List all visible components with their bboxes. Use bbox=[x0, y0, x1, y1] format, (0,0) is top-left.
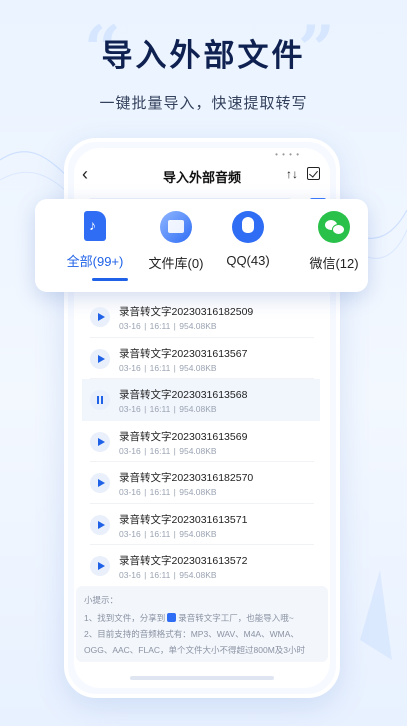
list-item[interactable]: 录音转文字2023031613568 03-16 | 16:11 | 954.0… bbox=[82, 379, 320, 421]
file-list: 录音转文字20230316182509 03-16 | 16:11 | 954.… bbox=[82, 296, 320, 587]
file-meta: 03-16 | 16:11 | 954.08KB bbox=[119, 321, 217, 331]
tab-file-library[interactable]: 文件库(0) bbox=[136, 211, 216, 272]
tips-line-2: 2、目前支持的音频格式有：MP3、WAV、M4A、WMA、 bbox=[84, 629, 299, 639]
tips-line-1: 1、找到文件，分享到 录音转文字工厂，也能导入哦~ bbox=[84, 612, 320, 624]
list-item[interactable]: 录音转文字2023031613567 03-16 | 16:11 | 954.0… bbox=[82, 338, 320, 379]
tips-line-3: OGG、AAC、FLAC，单个文件大小不得超过800M及3小时 bbox=[84, 645, 306, 655]
app-logo-icon bbox=[167, 613, 177, 622]
list-item[interactable]: 录音转文字20230316182570 03-16 | 16:11 | 954.… bbox=[82, 462, 320, 504]
play-icon[interactable] bbox=[90, 556, 110, 576]
hero-subtitle: 一键批量导入，快速提取转写 bbox=[99, 95, 308, 112]
file-name: 录音转文字20230316182570 bbox=[119, 472, 254, 484]
file-name: 录音转文字2023031613571 bbox=[119, 513, 248, 526]
tab-label: 微信(12) bbox=[309, 256, 359, 271]
hero-title: 导入外部文件 bbox=[101, 38, 306, 73]
tab-all[interactable]: 全部(99+) bbox=[55, 211, 135, 270]
play-icon[interactable] bbox=[90, 473, 110, 493]
nav-bar: ‹ 导入外部音频 ↑↓ bbox=[74, 164, 330, 188]
qq-icon bbox=[232, 211, 264, 243]
file-name: 录音转文字2023031613567 bbox=[119, 347, 248, 360]
play-icon[interactable] bbox=[90, 348, 110, 369]
tab-wechat[interactable]: 微信(12) bbox=[294, 211, 374, 272]
list-item[interactable]: 录音转文字2023031613569 03-16 | 16:11 | 954.0… bbox=[82, 421, 320, 462]
file-library-icon bbox=[160, 211, 192, 243]
tab-label: 文件库(0) bbox=[148, 256, 204, 271]
file-name: 录音转文字2023031613569 bbox=[119, 430, 248, 443]
file-meta: 03-16 | 16:11 | 954.08KB bbox=[119, 487, 217, 497]
tips-line-1-start: 1、找到文件，分享到 bbox=[84, 613, 166, 623]
play-icon[interactable] bbox=[90, 307, 110, 327]
status-dots: • • • • bbox=[275, 150, 300, 159]
tab-label: QQ(43) bbox=[226, 253, 270, 268]
file-meta: 03-16 | 16:11 | 954.08KB bbox=[119, 404, 217, 414]
play-icon[interactable] bbox=[90, 431, 110, 452]
file-name: 录音转文字2023031613572 bbox=[119, 555, 248, 567]
home-indicator bbox=[130, 676, 274, 680]
list-item[interactable]: 录音转文字20230316182509 03-16 | 16:11 | 954.… bbox=[82, 296, 320, 338]
tips-line-1-end: 录音转文字工厂，也能导入哦~ bbox=[178, 613, 294, 623]
file-meta: 03-16 | 16:11 | 954.08KB bbox=[119, 362, 217, 373]
tips-title: 小提示： bbox=[84, 595, 119, 605]
pause-icon[interactable] bbox=[90, 390, 110, 410]
music-document-icon bbox=[84, 211, 106, 241]
list-item[interactable]: 录音转文字2023031613571 03-16 | 16:11 | 954.0… bbox=[82, 504, 320, 545]
file-meta: 03-16 | 16:11 | 954.08KB bbox=[119, 445, 217, 456]
list-item[interactable]: 录音转文字2023031613572 03-16 | 16:11 | 954.0… bbox=[82, 545, 320, 587]
wechat-icon bbox=[318, 211, 350, 243]
tab-qq[interactable]: QQ(43) bbox=[208, 211, 288, 268]
source-tabs-card: 全部(99+) 文件库(0) QQ(43) 微信(12) bbox=[35, 199, 368, 292]
tips-box: 小提示： 1、找到文件，分享到 录音转文字工厂，也能导入哦~ 2、目前支持的音频格… bbox=[76, 586, 328, 662]
sort-icon[interactable]: ↑↓ bbox=[286, 167, 298, 181]
active-tab-indicator bbox=[92, 278, 128, 281]
file-meta: 03-16 | 16:11 | 954.08KB bbox=[119, 570, 217, 580]
file-name: 录音转文字20230316182509 bbox=[119, 306, 254, 318]
play-icon[interactable] bbox=[90, 514, 110, 535]
file-meta: 03-16 | 16:11 | 954.08KB bbox=[119, 528, 217, 539]
tab-label: 全部(99+) bbox=[66, 254, 124, 269]
file-name: 录音转文字2023031613568 bbox=[119, 389, 248, 401]
multi-select-icon[interactable] bbox=[307, 167, 320, 180]
